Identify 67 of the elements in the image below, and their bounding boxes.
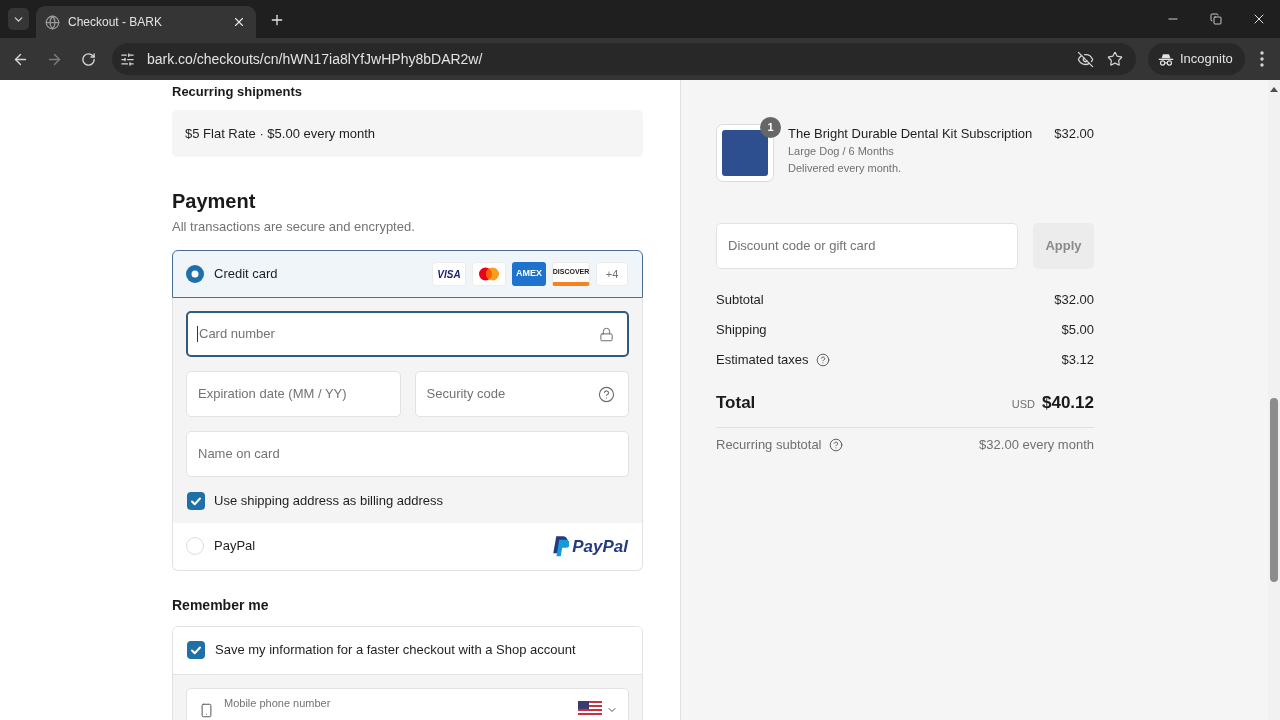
checkbox[interactable] bbox=[187, 491, 205, 510]
section-heading: Recurring shipments bbox=[172, 84, 304, 100]
summary-value: $32.00 bbox=[1054, 291, 1094, 310]
incognito-button[interactable]: Incognito bbox=[1148, 43, 1245, 75]
radio-button[interactable] bbox=[186, 265, 204, 283]
text-caret bbox=[197, 326, 198, 342]
summary-value: $3.12 bbox=[1061, 351, 1094, 370]
summary-value: $5.00 bbox=[1061, 321, 1094, 340]
flag-icon bbox=[578, 700, 602, 717]
star-icon bbox=[1107, 51, 1123, 67]
more-card-brands-count: +4 bbox=[596, 262, 628, 286]
eye-off-icon bbox=[1076, 50, 1094, 68]
product-title: The Bright Durable Dental Kit Subscription bbox=[788, 125, 1034, 143]
address-bar[interactable]: bark.co/checkouts/cn/hWN17ia8lYfJwHPhy8bDAR2w/ bbox=[112, 43, 1136, 75]
help-icon[interactable] bbox=[598, 385, 615, 403]
shipping-rate-option: $5 Flat Rate · $5.00 every month bbox=[172, 110, 643, 157]
summary-label: Shipping bbox=[716, 321, 767, 340]
total-label: Total bbox=[716, 392, 756, 415]
reload-icon bbox=[80, 51, 96, 67]
restore-icon bbox=[1209, 13, 1222, 25]
scrollbar-thumb[interactable] bbox=[1270, 398, 1278, 582]
checkbox[interactable] bbox=[187, 641, 205, 659]
recurring-subtotal-label: Recurring subtotal bbox=[716, 436, 822, 455]
summary-label: Subtotal bbox=[716, 291, 764, 310]
card-brand-logo: VISA bbox=[432, 262, 466, 286]
security-code-field[interactable]: Security code bbox=[414, 371, 629, 417]
photo-placeholder bbox=[722, 130, 768, 176]
summary-label: Estimated taxes bbox=[716, 351, 809, 370]
section-heading: Remember me bbox=[172, 595, 270, 614]
expiration-date-field[interactable]: Expiration date (MM / YY) bbox=[186, 371, 401, 417]
close-icon bbox=[232, 15, 246, 29]
product-delivery-note: Delivered every month. bbox=[788, 161, 903, 176]
card-brand-logo: AMEX bbox=[512, 262, 546, 286]
product-price: $32.00 bbox=[1054, 125, 1094, 143]
card-logo-icon bbox=[472, 262, 506, 286]
quantity-badge: 1 bbox=[760, 117, 781, 138]
paypal-logo-text: PayPal bbox=[572, 537, 628, 555]
recurring-subtotal-value: $32.00 every month bbox=[979, 436, 1094, 455]
checkbox-label: Use shipping address as billing address bbox=[214, 492, 444, 510]
phone-number-field[interactable]: Mobile phone number bbox=[186, 687, 629, 720]
tune-icon bbox=[119, 51, 135, 67]
phone-icon bbox=[199, 701, 214, 719]
radio-button[interactable] bbox=[186, 537, 204, 555]
payment-heading: Payment bbox=[172, 189, 257, 213]
tab-list-button[interactable] bbox=[8, 8, 29, 30]
lock-icon bbox=[599, 326, 614, 342]
total-amount: $40.12 bbox=[1042, 392, 1094, 415]
payment-option-label: PayPal bbox=[214, 537, 256, 556]
card-number-field[interactable]: Card number bbox=[186, 311, 629, 357]
payment-subtitle: All transactions are secure and encrypted. bbox=[172, 219, 416, 235]
incognito-icon bbox=[1158, 52, 1174, 66]
checkbox-label: Save my information for a faster checkout with a Shop account bbox=[215, 641, 576, 660]
help-icon[interactable] bbox=[815, 353, 830, 367]
phone-field-label: Mobile phone number bbox=[224, 695, 331, 710]
browser-tab[interactable]: Checkout - BARK bbox=[36, 6, 256, 38]
plus-icon bbox=[269, 12, 285, 28]
help-icon[interactable] bbox=[828, 438, 843, 452]
menu-icon bbox=[1260, 51, 1264, 67]
scroll-up-arrow-icon[interactable] bbox=[1270, 87, 1278, 92]
paypal-logo-icon bbox=[552, 535, 570, 557]
product-variant: Large Dog / 6 Months bbox=[788, 144, 895, 159]
name-on-card-field[interactable]: Name on card bbox=[186, 431, 629, 477]
currency-code: USD bbox=[1011, 397, 1035, 413]
payment-option-label: Credit card bbox=[214, 265, 278, 284]
url-text: bark.co/checkouts/cn/hWN17ia8lYfJwHPhy8bDAR2w/ bbox=[147, 49, 483, 69]
payment-option[interactable]: PayPal PayPal bbox=[172, 522, 643, 571]
globe-icon bbox=[45, 14, 60, 30]
